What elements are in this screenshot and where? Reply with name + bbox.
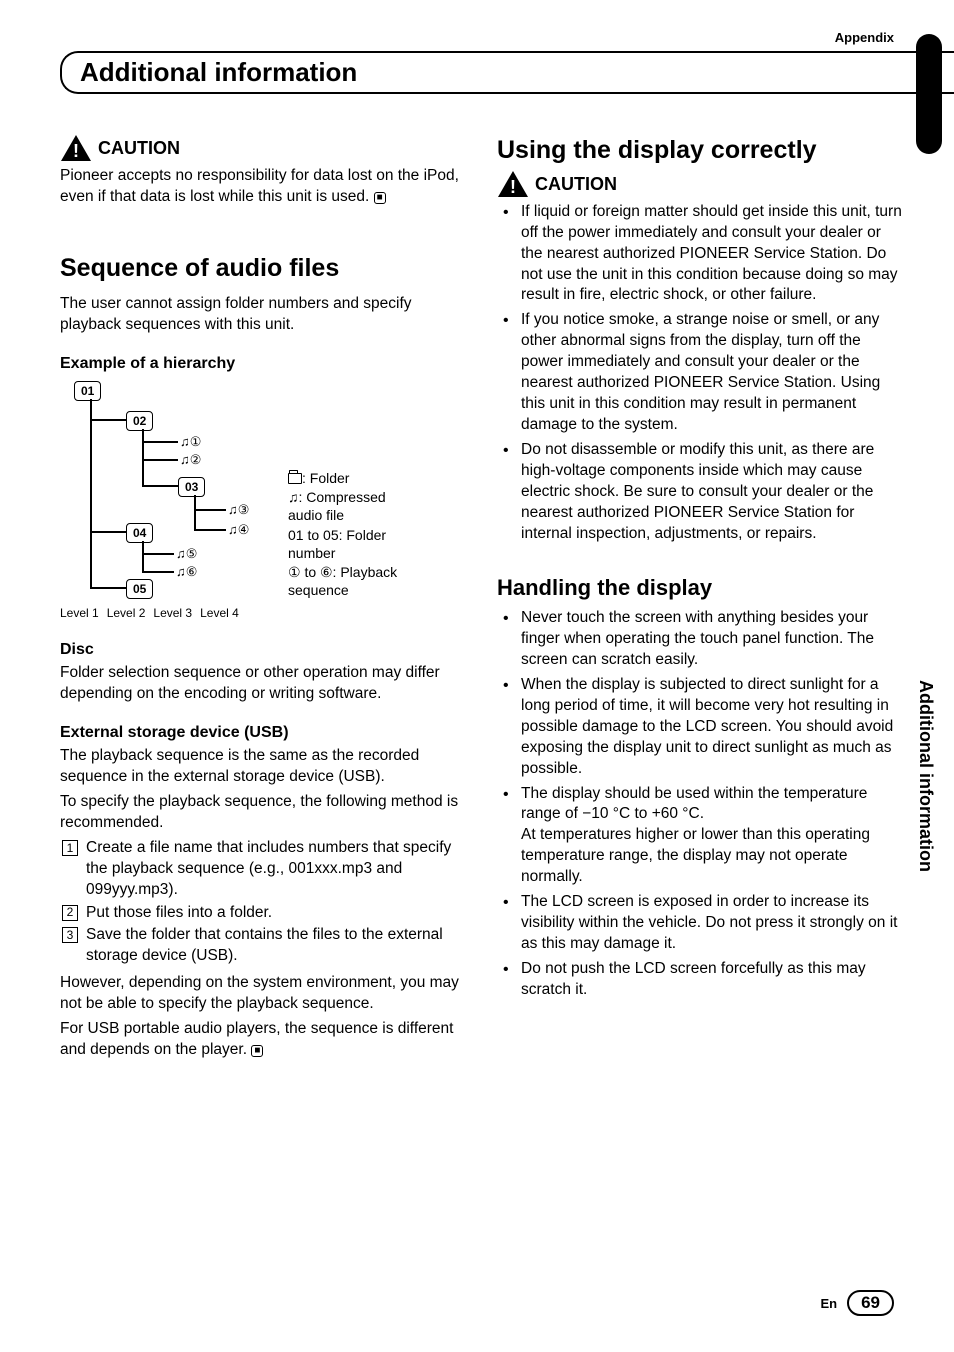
folder-box: 01	[74, 381, 101, 401]
hierarchy-diagram: 01 02 03 04 05 ♫	[60, 381, 270, 621]
left-column: ! CAUTION Pioneer accepts no responsibil…	[60, 134, 467, 1065]
usb-heading: External storage device (USB)	[60, 722, 467, 744]
disc-text: Folder selection sequence or other opera…	[60, 663, 467, 705]
step-list: 1 Create a file name that includes number…	[60, 838, 467, 968]
usb-text: However, depending on the system environ…	[60, 973, 467, 1015]
audio-file-icon: ♫①	[180, 433, 201, 451]
audio-file-icon: ♫③	[228, 501, 249, 519]
list-item: The display should be used within the te…	[497, 784, 904, 889]
hierarchy-heading: Example of a hierarchy	[60, 353, 467, 375]
right-column: Using the display correctly ! CAUTION If…	[497, 134, 904, 1065]
svg-text:!: !	[73, 141, 79, 161]
page-number: 69	[847, 1290, 894, 1316]
folder-box: 05	[126, 579, 153, 599]
step-number: 1	[62, 840, 78, 856]
audio-file-icon: ♫⑤	[176, 545, 197, 563]
folder-box: 02	[126, 411, 153, 431]
usb-text: To specify the playback sequence, the fo…	[60, 792, 467, 834]
svg-text:!: !	[510, 177, 516, 197]
warning-icon: !	[60, 134, 92, 162]
end-mark-icon: ■	[251, 1045, 263, 1057]
sequence-intro: The user cannot assign folder numbers an…	[60, 294, 467, 336]
level-labels: Level 1 Level 2 Level 3 Level 4	[60, 605, 239, 621]
step-text: Create a file name that includes numbers…	[86, 838, 467, 901]
side-section-label: Additional information	[915, 680, 936, 872]
handling-heading: Handling the display	[497, 573, 904, 603]
audio-file-icon: ♫⑥	[176, 563, 197, 581]
page-title: Additional information	[80, 57, 936, 88]
folder-box: 03	[178, 477, 205, 497]
caution-label: CAUTION	[98, 136, 180, 160]
step-number: 2	[62, 905, 78, 921]
caution-list: If liquid or foreign matter should get i…	[497, 202, 904, 545]
audio-icon: ♫	[288, 489, 299, 505]
list-item: The LCD screen is exposed in order to in…	[497, 892, 904, 955]
step-text: Save the folder that contains the files …	[86, 925, 467, 967]
audio-file-icon: ♫②	[180, 451, 201, 469]
step-text: Put those files into a folder.	[86, 903, 467, 924]
hierarchy-legend: : Folder ♫: Compressed audio file 01 to …	[288, 469, 418, 621]
end-mark-icon: ■	[374, 192, 386, 204]
list-item: Do not disassemble or modify this unit, …	[497, 440, 904, 545]
section-title-bar: Additional information	[60, 51, 954, 94]
disc-heading: Disc	[60, 639, 467, 661]
list-item: If you notice smoke, a strange noise or …	[497, 310, 904, 436]
folder-icon	[288, 473, 302, 484]
list-item: Never touch the screen with anything bes…	[497, 608, 904, 671]
step-number: 3	[62, 927, 78, 943]
list-item: If liquid or foreign matter should get i…	[497, 202, 904, 307]
audio-file-icon: ♫④	[228, 521, 249, 539]
sequence-heading: Sequence of audio files	[60, 252, 467, 286]
warning-icon: !	[497, 170, 529, 198]
list-item: When the display is subjected to direct …	[497, 675, 904, 780]
caution-label: CAUTION	[535, 172, 617, 196]
display-heading: Using the display correctly	[497, 134, 904, 168]
usb-text: The playback sequence is the same as the…	[60, 746, 467, 788]
caution-text: Pioneer accepts no responsibility for da…	[60, 166, 467, 208]
language-label: En	[820, 1296, 837, 1311]
handling-list: Never touch the screen with anything bes…	[497, 608, 904, 1001]
usb-text: For USB portable audio players, the sequ…	[60, 1019, 467, 1061]
list-item: Do not push the LCD screen forcefully as…	[497, 959, 904, 1001]
folder-box: 04	[126, 523, 153, 543]
page-footer: En 69	[820, 1290, 894, 1316]
appendix-label: Appendix	[60, 30, 904, 45]
